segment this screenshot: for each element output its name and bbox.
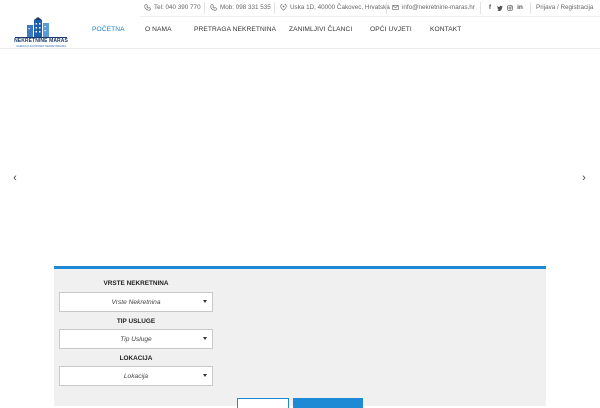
slider-next-arrow-icon[interactable]: ›: [580, 172, 588, 184]
divider: [480, 2, 481, 14]
logo-buildings-icon: [15, 17, 67, 38]
property-type-select[interactable]: Vrste Nekretnina: [59, 292, 213, 312]
mobile-text: Mob: 098 331 535: [220, 4, 271, 11]
divider: [530, 2, 531, 14]
service-type-select[interactable]: Tip Usluge: [59, 329, 213, 349]
chevron-down-icon: [203, 300, 207, 303]
divider: [204, 2, 205, 14]
chevron-down-icon: [203, 337, 207, 340]
nav-item-pocetna[interactable]: POČETNA: [92, 26, 125, 33]
nav-item-o-nama[interactable]: O NAMA: [145, 26, 172, 33]
topbar-divider: [140, 16, 600, 17]
chevron-down-icon: [203, 374, 207, 377]
nav-item-zanimljivi-clanci[interactable]: ZANIMLJIVI ČLANCI: [289, 26, 352, 33]
topbar: Tel: 040 390 770 Mob: 098 331 535 Uska 1…: [140, 0, 600, 16]
phone-icon: [144, 4, 151, 11]
email-link[interactable]: info@nekretnine-maras.hr: [402, 4, 475, 11]
location-select[interactable]: Lokacija: [59, 366, 213, 386]
hero-slider: [0, 49, 600, 269]
nav-item-pretraga-nekretnina[interactable]: PRETRAGA NEKRETNINA: [194, 26, 276, 33]
divider: [274, 2, 275, 14]
login-register-text[interactable]: Prijava / Registracija: [536, 4, 593, 11]
facebook-icon[interactable]: f: [487, 4, 493, 11]
mobile-phone-icon: [210, 4, 217, 11]
phone-text: Tel: 040 390 770: [154, 4, 201, 11]
nav-item-kontakt[interactable]: KONTAKT: [430, 26, 461, 33]
linkedin-icon[interactable]: in: [517, 4, 523, 11]
phone-info: Tel: 040 390 770: [144, 4, 201, 11]
site-logo[interactable]: NEKRETNINE MARAŠ AGENCIJA ZA PROMET NEKR…: [13, 17, 69, 51]
email-info[interactable]: info@nekretnine-maras.hr: [392, 4, 475, 11]
nav-item-opci-uvjeti[interactable]: OPĆI UVJETI: [370, 26, 412, 33]
property-type-label: VRSTE NEKRETNINA: [103, 280, 169, 287]
service-type-label: TIP USLUGE: [116, 318, 156, 325]
service-type-value: Tip Usluge: [120, 335, 152, 343]
slider-prev-arrow-icon[interactable]: ‹: [11, 172, 19, 184]
map-pin-icon: [280, 4, 287, 11]
property-type-value: Vrste Nekretnina: [111, 298, 161, 306]
logo-name: NEKRETNINE MARAŠ: [14, 38, 68, 44]
address-info: Uska 1D, 40000 Čakovec, Hrvatska: [280, 4, 390, 11]
instagram-icon[interactable]: [507, 4, 513, 11]
twitter-icon[interactable]: [497, 4, 503, 11]
envelope-icon: [392, 5, 399, 10]
login-register-link[interactable]: Prijava / Registracija: [536, 4, 593, 11]
divider: [386, 2, 387, 14]
location-value: Lokacija: [123, 372, 149, 380]
address-text: Uska 1D, 40000 Čakovec, Hrvatska: [290, 4, 390, 11]
property-search-panel: VRSTE NEKRETNINA Vrste Nekretnina TIP US…: [54, 266, 546, 408]
location-label: LOKACIJA: [119, 355, 153, 362]
mobile-info: Mob: 098 331 535: [210, 4, 271, 11]
